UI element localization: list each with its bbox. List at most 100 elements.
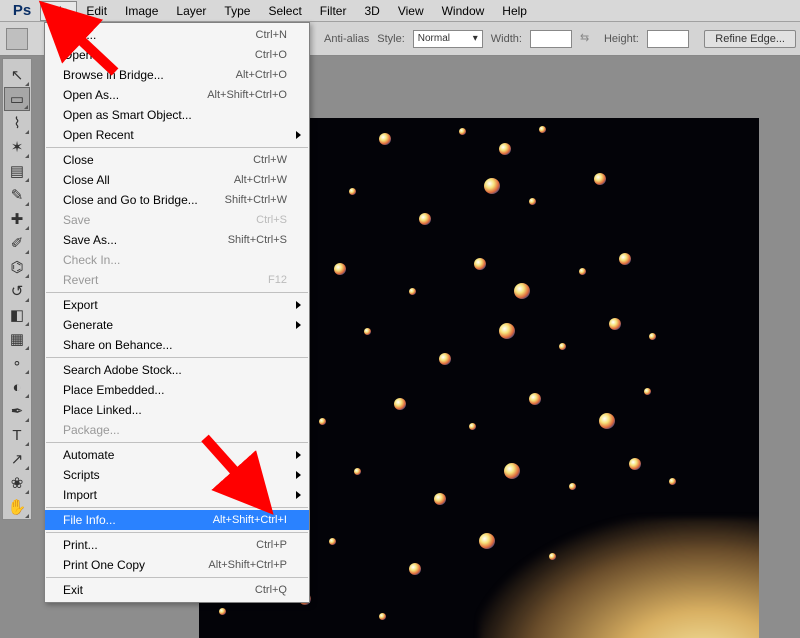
menu-item-label: Close bbox=[63, 153, 94, 167]
menu-view[interactable]: View bbox=[389, 1, 433, 21]
bokeh-dot bbox=[329, 538, 336, 545]
hand-tool[interactable]: ✋ bbox=[4, 495, 30, 519]
bokeh-dot bbox=[539, 126, 546, 133]
bokeh-dot bbox=[569, 483, 576, 490]
menu-layer[interactable]: Layer bbox=[167, 1, 215, 21]
bokeh-dot bbox=[609, 318, 621, 330]
file-menu-dropdown: New...Ctrl+NOpen...Ctrl+OBrowse in Bridg… bbox=[44, 22, 310, 603]
menu-item-open-as-smart-object[interactable]: Open as Smart Object... bbox=[45, 105, 309, 125]
crop-tool[interactable]: ▤ bbox=[4, 159, 30, 183]
menu-item-label: Save As... bbox=[63, 233, 117, 247]
menu-item-package: Package... bbox=[45, 420, 309, 440]
menu-edit[interactable]: Edit bbox=[77, 1, 116, 21]
style-label: Style: bbox=[377, 33, 405, 45]
width-input[interactable] bbox=[530, 30, 572, 48]
menu-item-import[interactable]: Import bbox=[45, 485, 309, 505]
menu-item-automate[interactable]: Automate bbox=[45, 445, 309, 465]
menu-item-shortcut: Ctrl+S bbox=[256, 214, 287, 226]
dodge-tool[interactable]: ◐ bbox=[4, 375, 30, 399]
style-select[interactable]: Normal▾ bbox=[413, 30, 483, 48]
swap-icon[interactable]: ⇆ bbox=[580, 31, 596, 47]
bokeh-dot bbox=[459, 128, 466, 135]
menu-item-shortcut: Alt+Shift+Ctrl+I bbox=[213, 514, 287, 526]
bokeh-dot bbox=[419, 213, 431, 225]
menu-item-generate[interactable]: Generate bbox=[45, 315, 309, 335]
bokeh-dot bbox=[644, 388, 651, 395]
menu-item-export[interactable]: Export bbox=[45, 295, 309, 315]
menu-item-label: Print One Copy bbox=[63, 558, 145, 572]
wand-tool[interactable]: ✶ bbox=[4, 135, 30, 159]
menu-item-new[interactable]: New...Ctrl+N bbox=[45, 25, 309, 45]
gradient-tool[interactable]: ▦ bbox=[4, 327, 30, 351]
menu-separator bbox=[46, 147, 308, 148]
menu-item-exit[interactable]: ExitCtrl+Q bbox=[45, 580, 309, 600]
eraser-tool[interactable]: ◧ bbox=[4, 303, 30, 327]
bokeh-dot bbox=[499, 143, 511, 155]
height-input[interactable] bbox=[647, 30, 689, 48]
flyout-indicator-icon bbox=[25, 274, 29, 278]
bokeh-dot bbox=[529, 393, 541, 405]
menu-item-label: File Info... bbox=[63, 513, 116, 527]
refine-edge-button[interactable]: Refine Edge... bbox=[704, 30, 796, 48]
stamp-tool[interactable]: ⌬ bbox=[4, 255, 30, 279]
flyout-indicator-icon bbox=[25, 178, 29, 182]
menu-item-close-and-go-to-bridge[interactable]: Close and Go to Bridge...Shift+Ctrl+W bbox=[45, 190, 309, 210]
menu-item-shortcut: Ctrl+P bbox=[256, 539, 287, 551]
lasso-tool[interactable]: ⌇ bbox=[4, 111, 30, 135]
pen-tool[interactable]: ✒ bbox=[4, 399, 30, 423]
tool-palette: ↖▭⌇✶▤✎✚✐⌬↺◧▦∘◐✒T↗❀✋ bbox=[2, 58, 32, 520]
menu-file[interactable]: File bbox=[40, 1, 77, 21]
menu-3d[interactable]: 3D bbox=[355, 1, 388, 21]
menu-type[interactable]: Type bbox=[215, 1, 259, 21]
eyedropper-tool[interactable]: ✎ bbox=[4, 183, 30, 207]
menu-item-share-on-behance[interactable]: Share on Behance... bbox=[45, 335, 309, 355]
menu-item-file-info[interactable]: File Info... Alt+Shift+Ctrl+I bbox=[45, 510, 309, 530]
menu-item-label: Place Linked... bbox=[63, 403, 142, 417]
bokeh-dot bbox=[409, 563, 421, 575]
menu-item-place-embedded[interactable]: Place Embedded... bbox=[45, 380, 309, 400]
menu-item-label: Package... bbox=[63, 423, 120, 437]
menu-item-print[interactable]: Print...Ctrl+P bbox=[45, 535, 309, 555]
bokeh-dot bbox=[409, 288, 416, 295]
menu-item-print-one-copy[interactable]: Print One CopyAlt+Shift+Ctrl+P bbox=[45, 555, 309, 575]
menu-select[interactable]: Select bbox=[259, 1, 310, 21]
menu-item-shortcut: Shift+Ctrl+S bbox=[228, 234, 287, 246]
menu-window[interactable]: Window bbox=[433, 1, 494, 21]
menu-item-place-linked[interactable]: Place Linked... bbox=[45, 400, 309, 420]
height-label: Height: bbox=[604, 33, 639, 45]
menu-item-open[interactable]: Open...Ctrl+O bbox=[45, 45, 309, 65]
flyout-indicator-icon bbox=[25, 226, 29, 230]
tool-preset-button[interactable] bbox=[6, 28, 28, 50]
menu-item-open-as[interactable]: Open As...Alt+Shift+Ctrl+O bbox=[45, 85, 309, 105]
menu-item-open-recent[interactable]: Open Recent bbox=[45, 125, 309, 145]
marquee-tool[interactable]: ▭ bbox=[4, 87, 30, 111]
path-tool[interactable]: ↗ bbox=[4, 447, 30, 471]
menu-item-label: Browse in Bridge... bbox=[63, 68, 164, 82]
menu-item-close[interactable]: CloseCtrl+W bbox=[45, 150, 309, 170]
menu-item-scripts[interactable]: Scripts bbox=[45, 465, 309, 485]
menu-item-browse-in-bridge[interactable]: Browse in Bridge...Alt+Ctrl+O bbox=[45, 65, 309, 85]
flyout-indicator-icon bbox=[25, 394, 29, 398]
menu-item-close-all[interactable]: Close AllAlt+Ctrl+W bbox=[45, 170, 309, 190]
menu-item-label: Open Recent bbox=[63, 128, 134, 142]
bokeh-dot bbox=[349, 188, 356, 195]
menu-image[interactable]: Image bbox=[116, 1, 167, 21]
bokeh-dot bbox=[484, 178, 500, 194]
menu-item-label: Import bbox=[63, 488, 97, 502]
menu-item-save-as[interactable]: Save As... Shift+Ctrl+S bbox=[45, 230, 309, 250]
shape-tool[interactable]: ❀ bbox=[4, 471, 30, 495]
brush-tool[interactable]: ✐ bbox=[4, 231, 30, 255]
history-brush-tool[interactable]: ↺ bbox=[4, 279, 30, 303]
blur-tool[interactable]: ∘ bbox=[4, 351, 30, 375]
bokeh-dot bbox=[669, 478, 676, 485]
flyout-indicator-icon bbox=[25, 346, 29, 350]
menu-filter[interactable]: Filter bbox=[311, 1, 356, 21]
brush-heal-tool[interactable]: ✚ bbox=[4, 207, 30, 231]
menu-item-search-adobe-stock[interactable]: Search Adobe Stock... bbox=[45, 360, 309, 380]
menu-help[interactable]: Help bbox=[493, 1, 536, 21]
move-tool[interactable]: ↖ bbox=[4, 63, 30, 87]
menu-separator bbox=[46, 442, 308, 443]
menu-separator bbox=[46, 292, 308, 293]
type-tool[interactable]: T bbox=[4, 423, 30, 447]
bokeh-dot bbox=[434, 493, 446, 505]
